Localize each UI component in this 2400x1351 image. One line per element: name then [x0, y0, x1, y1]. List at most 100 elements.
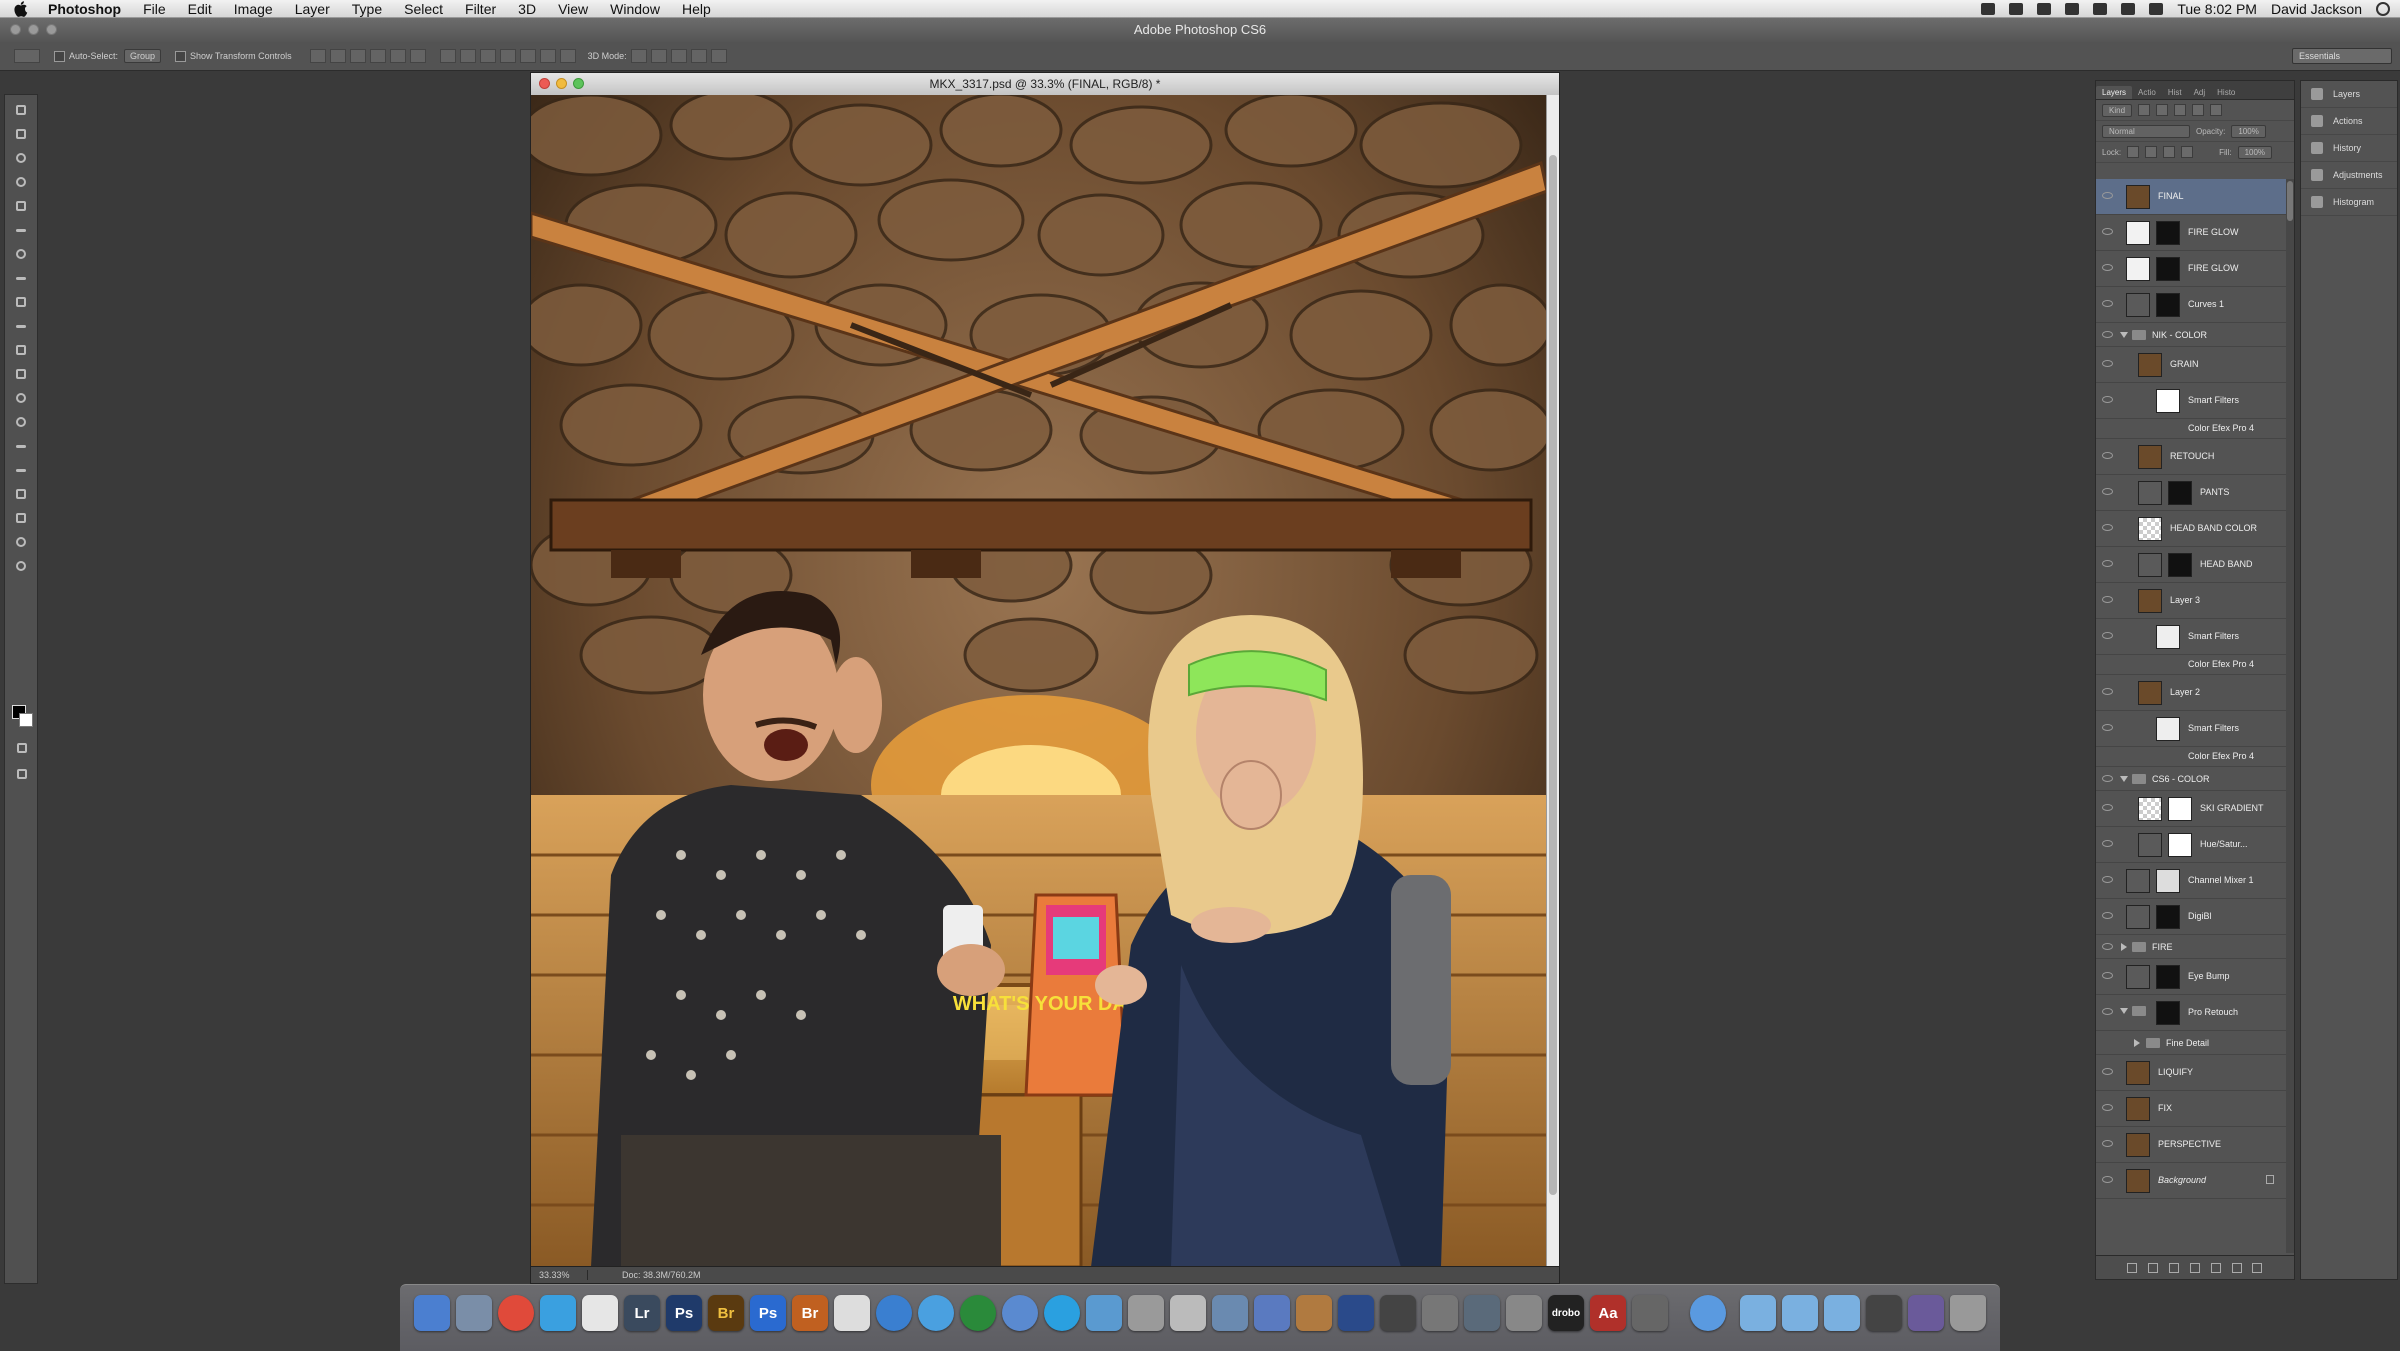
document-size-info[interactable]: Doc: 38.3M/760.2M	[588, 1270, 701, 1280]
close-document-button[interactable]	[539, 78, 550, 89]
panel-button-histogram[interactable]: Histogram	[2301, 189, 2397, 216]
healing-brush-tool-icon[interactable]	[10, 245, 32, 263]
tab-history[interactable]: Hist	[2162, 86, 2188, 99]
smart-filter-row[interactable]: Color Efex Pro 4	[2096, 419, 2286, 439]
itunes-icon[interactable]	[918, 1295, 954, 1331]
visibility-eye-icon[interactable]	[2102, 775, 2113, 782]
opacity-field[interactable]: 100%	[2231, 124, 2266, 138]
align-hcenter-icon[interactable]	[389, 49, 406, 63]
script-editor-icon[interactable]	[1170, 1295, 1206, 1331]
bluetooth-icon[interactable]	[2093, 3, 2108, 15]
3d-rotate-icon[interactable]	[630, 49, 647, 63]
smart-filters-row[interactable]: Smart Filters	[2096, 619, 2286, 655]
layer-row[interactable]: SKI GRADIENT	[2096, 791, 2286, 827]
visibility-eye-icon[interactable]	[2102, 596, 2113, 603]
menu-type[interactable]: Type	[352, 1, 382, 17]
document-vertical-scrollbar[interactable]	[1546, 95, 1559, 1267]
network-icon[interactable]	[1690, 1295, 1726, 1331]
workspace-switcher[interactable]: Essentials	[2292, 48, 2392, 64]
layer-row[interactable]: RETOUCH	[2096, 439, 2286, 475]
visibility-eye-icon[interactable]	[2102, 228, 2113, 235]
zoom-level-field[interactable]: 33.33%	[531, 1270, 588, 1280]
menu-file[interactable]: File	[143, 1, 166, 17]
visibility-eye-icon[interactable]	[2102, 1068, 2113, 1075]
scrollbar-thumb[interactable]	[2287, 181, 2293, 221]
screenshot-stack-icon[interactable]	[1866, 1295, 1902, 1331]
menu-edit[interactable]: Edit	[188, 1, 212, 17]
spotlight-search-icon[interactable]	[2376, 2, 2390, 16]
layer-mask-thumbnail[interactable]	[2156, 221, 2180, 245]
chrome-icon[interactable]	[498, 1295, 534, 1331]
align-right-icon[interactable]	[409, 49, 426, 63]
visibility-eye-icon[interactable]	[2102, 688, 2113, 695]
layer-row[interactable]: HEAD BAND	[2096, 547, 2286, 583]
visibility-eye-icon[interactable]	[2102, 724, 2113, 731]
transform-controls-checkbox[interactable]	[175, 50, 187, 62]
group-expand-icon[interactable]	[2121, 943, 2127, 951]
zoom-tool-icon[interactable]	[10, 557, 32, 575]
visibility-eye-icon[interactable]	[2102, 804, 2113, 811]
brush-tool-icon[interactable]	[10, 269, 32, 287]
quick-select-tool-icon[interactable]	[10, 173, 32, 191]
dodge-tool-icon[interactable]	[10, 413, 32, 431]
visibility-eye-icon[interactable]	[2102, 912, 2113, 919]
panel-button-layers[interactable]: Layers	[2301, 81, 2397, 108]
app-store-icon[interactable]	[876, 1295, 912, 1331]
layer-mask-thumbnail[interactable]	[2156, 965, 2180, 989]
layer-mask-thumbnail[interactable]	[2168, 481, 2192, 505]
tab-layers[interactable]: Layers	[2096, 86, 2133, 99]
layer-row[interactable]: FIX	[2096, 1091, 2286, 1127]
blend-mode-dropdown[interactable]: Normal	[2102, 124, 2190, 138]
menu-filter[interactable]: Filter	[465, 1, 496, 17]
history-brush-tool-icon[interactable]	[10, 317, 32, 335]
drobo-icon[interactable]: drobo	[1548, 1295, 1584, 1331]
pen-tool-icon[interactable]	[10, 437, 32, 455]
spotify-icon[interactable]	[960, 1295, 996, 1331]
layer-mask-thumbnail[interactable]	[2156, 257, 2180, 281]
layer-mask-thumbnail[interactable]	[2168, 797, 2192, 821]
image-capture-icon[interactable]	[1254, 1295, 1290, 1331]
bridge-cc-icon[interactable]: Br	[792, 1295, 828, 1331]
pixel-filter-icon[interactable]	[2138, 104, 2151, 116]
visibility-eye-icon[interactable]	[2102, 192, 2113, 199]
visibility-eye-icon[interactable]	[2102, 331, 2113, 338]
visibility-eye-icon[interactable]	[2102, 632, 2113, 639]
eyedropper-tool-icon[interactable]	[10, 221, 32, 239]
wifi-icon[interactable]	[2121, 3, 2136, 15]
photos-icon[interactable]	[1212, 1295, 1248, 1331]
distribute-vcenter-icon[interactable]	[459, 49, 476, 63]
facetime-icon[interactable]	[1086, 1295, 1122, 1331]
visibility-eye-icon[interactable]	[2102, 840, 2113, 847]
layer-group-row[interactable]: Pro Retouch	[2096, 995, 2286, 1031]
menubar-user[interactable]: David Jackson	[2271, 1, 2362, 17]
visibility-eye-icon[interactable]	[2102, 488, 2113, 495]
visibility-eye-icon[interactable]	[2102, 360, 2113, 367]
crop-tool-icon[interactable]	[10, 197, 32, 215]
auto-select-checkbox[interactable]	[54, 50, 65, 62]
tab-histogram[interactable]: Histo	[2211, 86, 2241, 99]
dictionary-icon[interactable]: Aa	[1590, 1295, 1626, 1331]
background-color-swatch[interactable]	[19, 713, 33, 727]
volume-icon[interactable]	[2149, 3, 2164, 15]
document-tab[interactable]: MKX_3317.psd @ 33.3% (FINAL, RGB/8) *	[531, 73, 1559, 96]
3d-drag-icon[interactable]	[670, 49, 687, 63]
align-vcenter-icon[interactable]	[329, 49, 346, 63]
align-bottom-icon[interactable]	[349, 49, 366, 63]
layer-mask-thumbnail[interactable]	[2156, 1001, 2180, 1025]
visibility-eye-icon[interactable]	[2102, 1176, 2113, 1183]
auto-select-dropdown[interactable]: Group	[124, 49, 162, 63]
menu-3d[interactable]: 3D	[518, 1, 536, 17]
group-expand-icon[interactable]	[2120, 332, 2128, 338]
distribute-bottom-icon[interactable]	[479, 49, 496, 63]
layer-row[interactable]: GRAIN	[2096, 347, 2286, 383]
documents-folder-icon[interactable]	[1782, 1295, 1818, 1331]
layer-mask-thumbnail[interactable]	[2156, 869, 2180, 893]
tab-adjustments[interactable]: Adj	[2188, 86, 2212, 99]
zoom-document-button[interactable]	[573, 78, 584, 89]
marquee-tool-icon[interactable]	[10, 125, 32, 143]
layer-row[interactable]: FIRE GLOW	[2096, 215, 2286, 251]
horse-app-icon[interactable]	[1296, 1295, 1332, 1331]
distribute-hcenter-icon[interactable]	[519, 49, 536, 63]
smart-filters-row[interactable]: Smart Filters	[2096, 383, 2286, 419]
layer-mask-thumbnail[interactable]	[2168, 833, 2192, 857]
